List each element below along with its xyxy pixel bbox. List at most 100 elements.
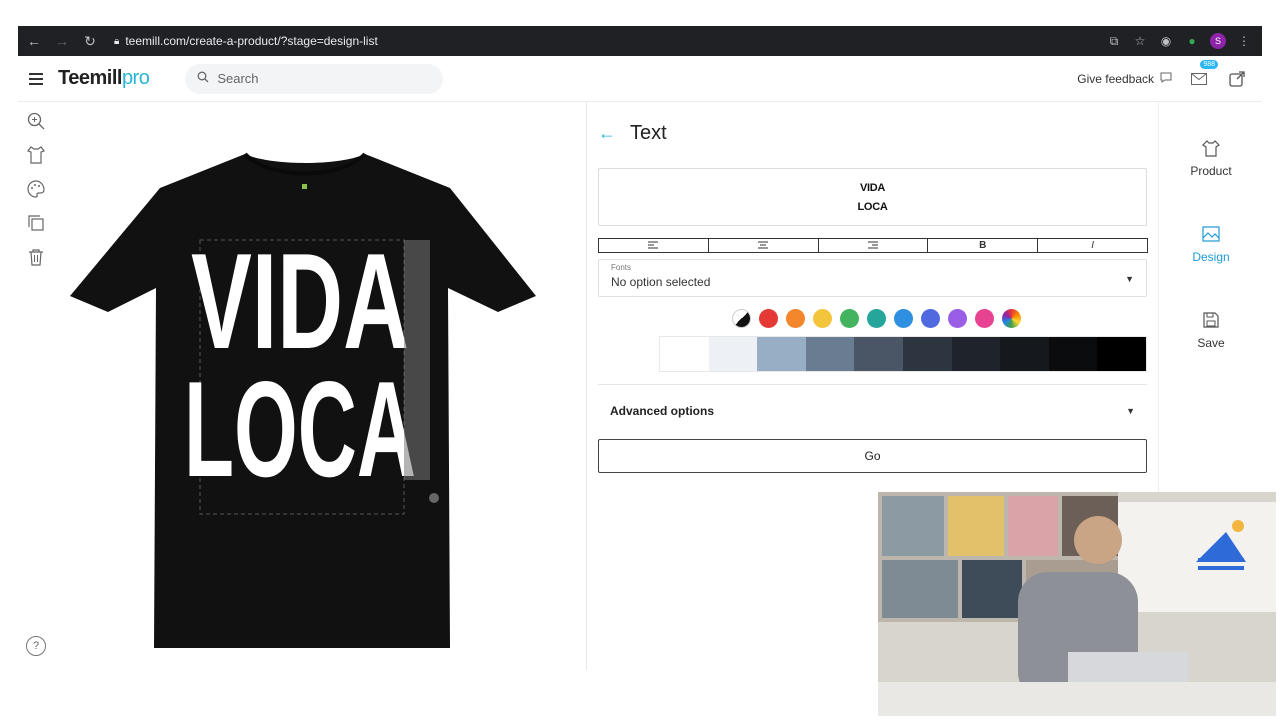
- garment-icon[interactable]: [24, 144, 48, 166]
- stage-nav: Product Design Save: [1158, 102, 1262, 492]
- color-swatch[interactable]: [948, 309, 967, 328]
- webcam-video-overlay: [878, 492, 1276, 716]
- logo-suffix-text: pro: [121, 67, 150, 89]
- bold-icon: B: [979, 240, 987, 251]
- color-swatch[interactable]: [786, 309, 805, 328]
- go-button[interactable]: Go: [598, 439, 1147, 473]
- align-center-button[interactable]: [707, 238, 819, 253]
- fonts-select[interactable]: Fonts No option selected ▼: [598, 259, 1147, 297]
- align-center-icon: [758, 241, 769, 249]
- color-swatch[interactable]: [921, 309, 940, 328]
- back-arrow-icon[interactable]: ←: [22, 29, 46, 53]
- search-input[interactable]: Search: [185, 63, 444, 94]
- shade-swatch[interactable]: [902, 337, 952, 371]
- shade-swatch[interactable]: [805, 337, 855, 371]
- url-text: teemill.com/create-a-product/?stage=desi…: [125, 34, 378, 48]
- custom-color-swatch[interactable]: [1002, 309, 1021, 328]
- nav-design-label: Design: [1192, 250, 1230, 264]
- text-shadow-strip: [404, 240, 430, 480]
- chevron-down-icon: ▼: [1126, 406, 1135, 416]
- browser-toolbar: ← → ↻ 🔒︎ teemill.com/create-a-product/?s…: [18, 26, 1262, 56]
- kebab-menu-icon[interactable]: ⋮: [1236, 33, 1252, 49]
- design-canvas[interactable]: VIDA LOCA: [60, 110, 580, 670]
- canvas-toolbar: [24, 110, 50, 268]
- format-toolbar: B I: [598, 238, 1148, 253]
- shade-strip: [659, 336, 1147, 372]
- palette-icon[interactable]: [24, 178, 48, 200]
- mail-icon: [1191, 72, 1207, 85]
- back-arrow-icon[interactable]: ←: [598, 123, 618, 144]
- inbox-button[interactable]: 988: [1188, 59, 1218, 90]
- nav-save-label: Save: [1197, 336, 1225, 350]
- reload-icon[interactable]: ↻: [78, 29, 102, 53]
- fonts-value: No option selected: [611, 275, 711, 289]
- webcam-scene: [878, 492, 1276, 716]
- nav-design[interactable]: Design: [1159, 224, 1263, 264]
- color-swatch[interactable]: [840, 309, 859, 328]
- color-swatch[interactable]: [975, 309, 994, 328]
- align-left-icon: [648, 241, 659, 249]
- hamburger-menu-icon[interactable]: [18, 61, 54, 97]
- trash-icon[interactable]: [24, 246, 48, 268]
- italic-button[interactable]: I: [1037, 238, 1148, 253]
- profile-avatar[interactable]: S: [1210, 33, 1226, 49]
- logo-main-text: Teemill: [58, 67, 122, 89]
- address-bar[interactable]: 🔒︎ teemill.com/create-a-product/?stage=d…: [114, 34, 378, 48]
- camera-extension-icon[interactable]: ◉: [1158, 33, 1174, 49]
- swatch-black-white[interactable]: [732, 309, 751, 328]
- shade-swatch[interactable]: [660, 337, 709, 371]
- align-right-button[interactable]: [817, 238, 929, 253]
- shade-swatch[interactable]: [854, 337, 903, 371]
- shade-swatch[interactable]: [951, 337, 1001, 371]
- align-left-button[interactable]: [598, 238, 709, 253]
- resize-handle: [429, 493, 439, 503]
- shade-swatch[interactable]: [757, 337, 806, 371]
- lock-icon: 🔒︎: [114, 35, 120, 47]
- bold-button[interactable]: B: [927, 238, 1039, 253]
- open-external-icon[interactable]: ⧉: [1106, 33, 1122, 49]
- text-line-1: VIDA: [859, 181, 886, 194]
- text-line-2: LOCA: [857, 200, 888, 213]
- teemill-logo[interactable]: Teemillpro: [58, 67, 150, 90]
- zoom-in-icon[interactable]: [24, 110, 48, 132]
- tshirt-preview: VIDA LOCA: [70, 152, 536, 648]
- italic-icon: I: [1091, 240, 1094, 251]
- nav-product-label: Product: [1190, 164, 1232, 178]
- star-icon[interactable]: ☆: [1132, 33, 1148, 49]
- whiteboard: [1118, 502, 1276, 612]
- open-store-icon[interactable]: [1226, 68, 1248, 90]
- search-icon: [197, 71, 209, 86]
- text-edit-panel: ← Text VIDA LOCA B I Fonts No option sel…: [598, 110, 1148, 473]
- shade-swatch[interactable]: [1000, 337, 1049, 371]
- color-swatch[interactable]: [813, 309, 832, 328]
- give-feedback-button[interactable]: Give feedback: [1077, 72, 1172, 86]
- shade-swatch[interactable]: [708, 337, 758, 371]
- image-icon: [1201, 224, 1221, 244]
- help-icon[interactable]: ?: [26, 636, 46, 656]
- panel-divider: [586, 102, 587, 670]
- advanced-options-label: Advanced options: [610, 404, 715, 418]
- advanced-options-toggle[interactable]: Advanced options ▼: [598, 385, 1147, 437]
- shade-swatch[interactable]: [1048, 337, 1098, 371]
- design-text-line-2: LOCA: [184, 353, 416, 505]
- speech-bubble-icon: [1160, 72, 1172, 86]
- shade-swatch[interactable]: [1097, 337, 1146, 371]
- app-header: Teemillpro Search Give feedback 988: [18, 56, 1262, 102]
- color-swatches: [598, 309, 1147, 328]
- duplicate-icon[interactable]: [24, 212, 48, 234]
- panel-title: Text: [630, 121, 667, 144]
- nav-save[interactable]: Save: [1159, 310, 1263, 350]
- nav-product[interactable]: Product: [1159, 138, 1263, 178]
- tshirt-tag: [302, 184, 307, 189]
- text-content-field[interactable]: VIDA LOCA: [598, 168, 1147, 226]
- person-head: [1074, 516, 1122, 564]
- color-swatch[interactable]: [894, 309, 913, 328]
- color-swatch[interactable]: [867, 309, 886, 328]
- give-feedback-label: Give feedback: [1077, 71, 1154, 86]
- forward-arrow-icon[interactable]: →: [50, 29, 74, 53]
- color-swatch[interactable]: [759, 309, 778, 328]
- fonts-label: Fonts: [611, 263, 632, 272]
- notification-badge: 988: [1200, 59, 1218, 69]
- align-right-icon: [867, 241, 878, 249]
- extension-icon[interactable]: ●: [1184, 33, 1200, 49]
